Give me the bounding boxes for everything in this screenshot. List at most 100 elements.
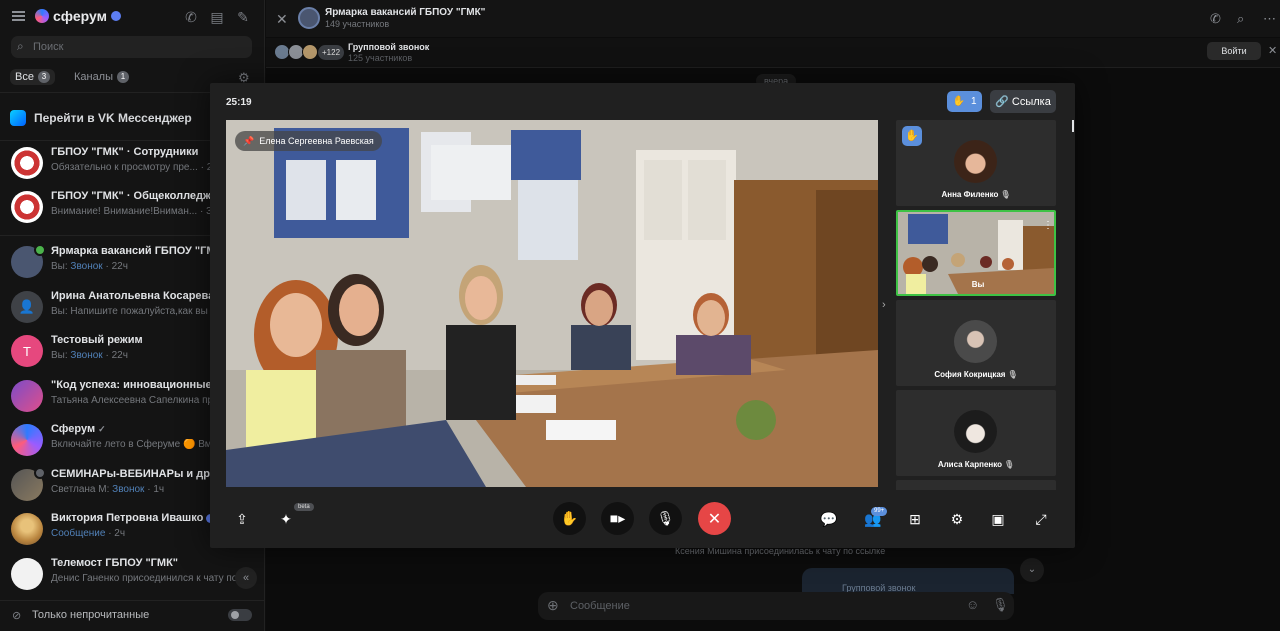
preview-link: Звонок — [70, 261, 103, 272]
preview-link: Звонок — [70, 350, 103, 361]
active-call-icon — [34, 244, 46, 256]
chat-name: Виктория Петровна Ивашко — [51, 512, 213, 524]
copy-link-button[interactable]: 🔗 Ссылка — [990, 90, 1056, 113]
pinned-speaker-name: Елена Сергеевна Раевская — [259, 136, 374, 146]
collapse-sidebar-button[interactable]: « — [235, 567, 257, 589]
preview-time: · 1ч — [144, 484, 165, 495]
emoji-icon[interactable]: ☺ — [966, 597, 979, 612]
beta-badge: beta — [294, 503, 314, 511]
chat-name: Тестовый режим — [51, 334, 143, 346]
pinned-speaker-tag: 📌 Елена Сергеевна Раевская — [235, 131, 382, 151]
search-box[interactable]: ⌕ — [11, 36, 252, 58]
chat-name-text: Виктория Петровна Ивашко — [51, 512, 204, 524]
main-video-feed[interactable]: 📌 Елена Сергеевна Раевская — [226, 120, 878, 487]
microphone-icon[interactable]: 🎙 — [992, 597, 1009, 613]
participant-tile[interactable] — [896, 480, 1056, 490]
sferum-logo-icon — [35, 9, 49, 23]
chat-preview: Татьяна Алексеевна Сапелкина прис — [51, 395, 224, 406]
chat-name: Сферум ✓ — [51, 423, 213, 435]
scroll-down-button[interactable]: ⌄ — [1020, 558, 1044, 582]
conversation-avatar — [298, 7, 320, 29]
copy-link-label: Ссылка — [1011, 96, 1051, 108]
sidebar-topbar: сферум ✆ ▤ ✎ — [0, 0, 265, 34]
chat-filters: Все 3 Каналы 1 — [10, 68, 134, 86]
preview-prefix: Вы: — [51, 261, 71, 272]
archive-icon[interactable]: ▤ — [210, 10, 224, 24]
filter-channels[interactable]: Каналы 1 — [69, 69, 134, 85]
filter-channels-label: Каналы — [73, 71, 114, 83]
participant-name-row: Алиса Карпенко 🎙 — [896, 460, 1056, 469]
attach-icon[interactable]: ⊕ — [547, 597, 559, 614]
more-icon[interactable]: ⋯ — [1263, 11, 1276, 27]
camera-button[interactable]: ■▸ — [601, 502, 634, 535]
fullscreen-icon[interactable]: ⤢ — [1031, 509, 1051, 529]
vk-banner-text: Перейти в VK Мессенджер — [34, 111, 192, 125]
conversation-title[interactable]: Ярмарка вакансий ГБПОУ "ГМК" — [325, 7, 485, 18]
picture-in-picture-icon[interactable]: ▣ — [988, 509, 1008, 529]
chat-name-text: Сферум — [51, 423, 96, 435]
grid-layout-icon[interactable]: ⊞ — [905, 509, 925, 529]
mic-off-icon: 🎙 — [1007, 370, 1018, 379]
search-input[interactable] — [33, 38, 243, 56]
participant-avatar — [302, 44, 318, 60]
search-icon[interactable]: ⌕ — [1237, 11, 1244, 27]
chat-avatar: 👤 — [11, 291, 43, 323]
group-call-window: 25:19 ✋ 1 🔗 Ссылка 📌 Елена Сергеевна Рае… — [210, 83, 1075, 548]
participant-name: Анна Филенко — [941, 190, 999, 199]
menu-icon[interactable] — [12, 11, 25, 21]
filter-all-label: Все — [15, 71, 34, 83]
participant-tile[interactable]: ✋ Анна Филенко 🎙 — [896, 120, 1056, 206]
more-participants-count: +122 — [318, 45, 345, 60]
message-input[interactable] — [570, 598, 950, 614]
participant-name-row: Анна Филенко 🎙 — [896, 190, 1056, 199]
chat-name: ГБПОУ "ГМК" · Общеколледжный — [51, 190, 213, 202]
participant-name-row: София Кокрицкая 🎙 — [896, 370, 1056, 379]
preview-prefix: Вы: — [51, 350, 71, 361]
microphone-button[interactable]: 🎙 — [649, 502, 682, 535]
screen-share-icon[interactable]: ⇪ — [232, 509, 252, 529]
chat-name: Ирина Анатольевна Косарева — [51, 290, 213, 302]
more-icon[interactable]: ⋮ — [1043, 220, 1053, 231]
chat-item[interactable]: Телемост ГБПОУ "ГМК" Денис Ганенко присо… — [0, 552, 265, 596]
participant-tiles: ✋ Анна Филенко 🎙 ⋮ Вы София Кокрицкая 🎙 … — [896, 120, 1056, 490]
compose-icon[interactable]: ✎ — [236, 10, 250, 24]
phone-icon[interactable]: ✆ — [184, 10, 198, 24]
chat-avatar — [11, 380, 43, 412]
raised-hands-count: 1 — [970, 96, 977, 107]
chat-preview: Вы: Напишите пожалуйста,как вы бу — [51, 306, 222, 317]
preview-prefix: Светлана М: — [51, 484, 113, 495]
settings-icon[interactable]: ⚙ — [947, 509, 967, 529]
call-message-card[interactable]: Групповой звонок — [802, 568, 1014, 594]
effects-icon[interactable]: ✦ — [276, 509, 296, 529]
phone-icon[interactable]: ✆ — [1210, 11, 1221, 27]
close-icon[interactable]: ✕ — [1268, 44, 1277, 57]
conversation-members: 149 участников — [325, 19, 390, 29]
join-call-button[interactable]: Войти — [1207, 42, 1261, 60]
raise-hand-button[interactable]: ✋ — [553, 502, 586, 535]
participants-count-badge: 99+ — [871, 507, 888, 516]
chat-name: Телемост ГБПОУ "ГМК" — [51, 557, 179, 569]
chat-avatar: Т — [11, 335, 43, 367]
raised-hands-badge[interactable]: ✋ 1 — [947, 91, 982, 112]
participant-avatar — [954, 320, 997, 363]
preview-time: · 22ч — [102, 350, 128, 361]
participant-avatar — [954, 140, 997, 183]
participant-tile[interactable]: София Кокрицкая 🎙 — [896, 300, 1056, 386]
end-call-button[interactable]: ✕ — [698, 502, 731, 535]
unread-only-toggle[interactable] — [228, 609, 252, 621]
chat-preview: Денис Ганенко присоединился к чату по ..… — [51, 573, 236, 584]
chat-preview: Вы: Звонок · 22ч — [51, 261, 236, 272]
chat-preview: Светлана М: Звонок · 1ч — [51, 484, 236, 495]
raised-hand-icon: ✋ — [952, 96, 965, 107]
message-composer: ⊕ ☺ 🎙 — [538, 592, 1014, 620]
participant-tile-self[interactable]: ⋮ Вы — [896, 210, 1056, 296]
chat-avatar — [11, 191, 43, 223]
close-icon[interactable]: ✕ — [276, 11, 288, 28]
chat-avatar — [11, 147, 43, 179]
participant-tile[interactable]: Алиса Карпенко 🎙 — [896, 390, 1056, 476]
chat-icon[interactable]: 💬 — [819, 509, 839, 529]
filter-all[interactable]: Все 3 — [10, 69, 55, 85]
checkmark-icon: ✓ — [98, 423, 106, 434]
participant-avatar — [954, 410, 997, 453]
chevron-right-icon[interactable]: › — [882, 299, 886, 311]
